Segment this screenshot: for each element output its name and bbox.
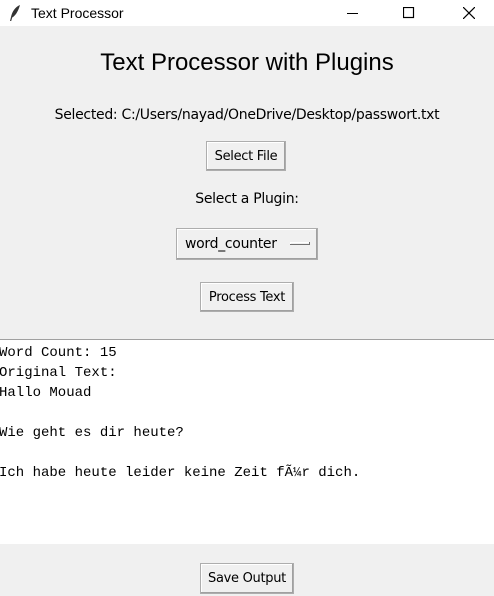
close-icon [463,7,475,19]
output-line: Word Count: 15 [0,345,117,361]
plugin-dropdown[interactable]: word_counter [176,228,318,260]
output-line: Ich habe heute leider keine Zeit fÃ¼r di… [0,465,361,481]
select-file-button[interactable]: Select File [206,141,286,171]
minimize-icon [347,13,358,14]
output-line: Original Text: [0,365,117,381]
output-line: Hallo Mouad [0,385,92,401]
process-text-button[interactable]: Process Text [200,282,294,312]
title-bar: Text Processor [0,0,494,26]
dropdown-indicator-icon [290,242,310,245]
minimize-button[interactable] [330,0,376,26]
feather-icon [10,5,20,21]
maximize-button[interactable] [386,0,432,26]
page-title: Text Processor with Plugins [100,49,394,76]
output-line: Wie geht es dir heute? [0,425,184,441]
plugin-label: Select a Plugin: [195,191,299,207]
window-title: Text Processor [31,5,124,21]
output-textarea[interactable]: Word Count: 15 Original Text: Hallo Moua… [0,339,494,544]
maximize-icon [403,7,415,19]
close-button[interactable] [446,0,492,26]
save-output-button[interactable]: Save Output [200,563,294,594]
selected-file-label: Selected: C:/Users/nayad/OneDrive/Deskto… [54,107,440,123]
plugin-dropdown-value: word_counter [185,236,277,252]
